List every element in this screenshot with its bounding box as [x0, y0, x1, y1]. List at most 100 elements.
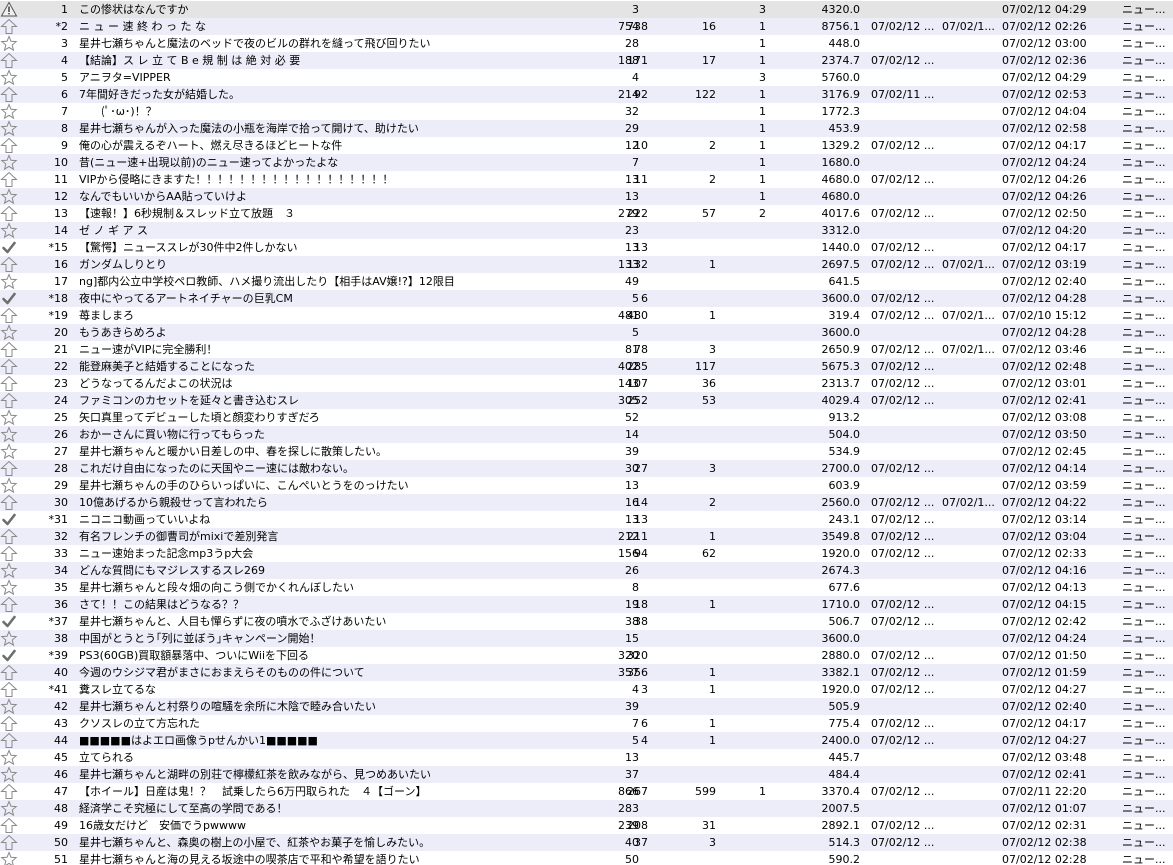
thread-row[interactable]: 16 ガンダムしりとり 133 132 1 2697.5 07/02/12 ... 07/02… [0, 256, 1173, 273]
flag-count [730, 290, 766, 307]
thread-title: 今週のウシジマ君がまさにおまえらそのものの件について [79, 666, 365, 679]
thread-row[interactable]: 4 【結論】ス レ 立 て B e 規 制 は 絶 対 必 要 188 171 17 1 2… [0, 52, 1173, 69]
thread-number: 16 [54, 258, 68, 271]
thread-row[interactable]: 34 どんな質問にもマジレスするスレ269 26 2674.3 07/02/12 04:… [0, 562, 1173, 579]
thread-row[interactable]: *2 ニ ュ ー 速 終 わ っ た な 754 738 16 1 8756.1 07/02/… [0, 18, 1173, 35]
board-name: ニュー... [1122, 156, 1166, 169]
arrow-up-icon [0, 596, 18, 613]
thread-row[interactable]: 27 星井七瀬ちゃんと暖かい日差しの中、春を探しに散策したい。 39 534.9 07/… [0, 443, 1173, 460]
thread-row[interactable]: 51 星井七瀬ちゃんと海の見える坂途中の喫茶店で平和や希望を語りたい 50 590.2… [0, 851, 1173, 865]
thread-row[interactable]: 13 【速報！】6秒規制＆スレッド立て放題 ３ 279 222 57 2 4017.6 07/… [0, 205, 1173, 222]
last-post-date: 07/02/12 02:40 [1002, 275, 1087, 288]
thread-speed: 3176.9 [821, 88, 861, 101]
thread-row[interactable]: 32 有名フレンチの御曹司がmixiで差別発言 212 211 1 3549.8 07/02… [0, 528, 1173, 545]
flag-count: 1 [759, 105, 766, 118]
thread-row[interactable]: 50 星井七瀬ちゃんと、森奥の樹上の小屋で、紅茶やお菓子を愉しみたい。 40 37 3 5… [0, 834, 1173, 851]
new-count: 16 [702, 20, 716, 33]
thread-row[interactable]: 10 昔(ニュー速+出現以前)のニュー速ってよかったよな 7 1 1680.0 07/02… [0, 154, 1173, 171]
thread-row[interactable]: 23 どうなってるんだよこの状況は 143 107 36 2313.7 07/02/12 .… [0, 375, 1173, 392]
read-count: 27 [634, 462, 648, 475]
thread-row[interactable]: 5 アニヲタ=VIPPER 4 3 5760.0 07/02/12 04:29 ニュー... [0, 69, 1173, 86]
read-count [596, 154, 648, 171]
thread-speed: 4320.0 [821, 3, 861, 16]
thread-number: 47 [54, 785, 68, 798]
star-icon [0, 409, 18, 426]
first-read-date [871, 562, 935, 579]
last-post-date: 07/02/12 01:59 [1002, 666, 1087, 679]
thread-row[interactable]: 38 中国がとうとう｢列に並ぼう｣キャンペーン開始！ 15 3600.0 07/02/1… [0, 630, 1173, 647]
thread-title: なんでもいいからAA貼っていけよ [79, 190, 248, 203]
star-icon [0, 35, 18, 52]
thread-number: 45 [54, 751, 68, 764]
thread-row[interactable]: 26 おかーさんに買い物に行ってもらった 14 504.0 07/02/12 03:50… [0, 426, 1173, 443]
thread-row[interactable]: 43 クソスレの立て方忘れた 7 6 1 775.4 07/02/12 ... 07/02/1… [0, 715, 1173, 732]
new-count: 117 [695, 360, 716, 373]
flag-count [730, 460, 766, 477]
thread-row[interactable]: 28 これだけ自由になったのに天国やニー速には敵わない。 30 27 3 2700.0 07… [0, 460, 1173, 477]
thread-row[interactable]: 25 矢口真里ってデビューした頃と顔変わりすぎだろ 52 913.2 07/02/12 … [0, 409, 1173, 426]
thread-title: 俺の心が震えるぞハート、燃え尽きるほどヒートな件 [79, 139, 343, 152]
thread-row[interactable]: 22 能登麻美子と結婚することになった 402 285 117 5675.3 07/02/1… [0, 358, 1173, 375]
new-count [670, 426, 716, 443]
thread-row[interactable]: 24 ファミコンのカセットを延々と書き込むスレ 305 252 53 4029.4 07/0… [0, 392, 1173, 409]
thread-row[interactable]: 29 星井七瀬ちゃんの手のひらいっぱいに、こんぺいとうをのっけたい 13 603.9 0… [0, 477, 1173, 494]
read-count: 267 [627, 785, 648, 798]
thread-row[interactable]: 30 10億あげるから親殺せって言われたら 16 14 2 2560.0 07/02/12 … [0, 494, 1173, 511]
last-read-date [942, 477, 998, 494]
board-name: ニュー... [1122, 785, 1166, 798]
thread-row[interactable]: 21 ニュー速がVIPに完全勝利！ 81 78 3 2650.9 07/02/12 ... 0… [0, 341, 1173, 358]
thread-row[interactable]: 44 ■■■■■はよエロ画像うpせんかい1■■■■■ 5 4 1 2400.0 07/02/… [0, 732, 1173, 749]
board-name: ニュー... [1122, 241, 1166, 254]
last-read-date [942, 409, 998, 426]
read-count [596, 698, 648, 715]
board-name: ニュー... [1122, 326, 1166, 339]
thread-row[interactable]: 48 経済学こそ究極にして至高の学問である！ 283 2007.5 07/02/12 0… [0, 800, 1173, 817]
thread-row[interactable]: *39 PS3(60GB)買取額暴落中、ついにWiiを下回る 320 320 2880.… [0, 647, 1173, 664]
thread-row[interactable]: *41 糞スレ立てるな 4 3 1 1920.0 07/02/12 ... 07/02/12 … [0, 681, 1173, 698]
thread-row[interactable]: 1 この惨状はなんですか 3 3 4320.0 07/02/12 04:29 ニュー... [0, 1, 1173, 18]
thread-row[interactable]: 6 7年間好きだった女が結婚した。 214 92 122 1 3176.9 07/02/11 … [0, 86, 1173, 103]
thread-row[interactable]: 36 さて！！この結果はどうなる？？ 19 18 1 1710.0 07/02/12 ...… [0, 596, 1173, 613]
thread-row[interactable]: 12 なんでもいいからAA貼っていけよ 13 1 4680.0 07/02/12 04:2… [0, 188, 1173, 205]
thread-row[interactable]: 40 今週のウシジマ君がまさにおまえらそのものの件について 357 356 1 3382.… [0, 664, 1173, 681]
last-post-date: 07/02/12 04:26 [1002, 190, 1087, 203]
thread-speed: 2007.5 [821, 802, 861, 815]
thread-number: 23 [54, 377, 68, 390]
thread-row[interactable]: 33 ニュー速始まった記念mp3うp大会 156 94 62 1920.0 07/02/12… [0, 545, 1173, 562]
board-name: ニュー... [1122, 122, 1166, 135]
thread-row[interactable]: *15 【驚愕】ニューススレが30件中2件しかない 13 13 1440.0 07/02/… [0, 239, 1173, 256]
thread-row[interactable]: 35 星井七瀬ちゃんと段々畑の向こう側でかくれんぼしたい 8 677.6 07/02/1… [0, 579, 1173, 596]
board-name: ニュー... [1122, 632, 1166, 645]
last-read-date [942, 52, 998, 69]
thread-speed: 2400.0 [821, 734, 861, 747]
first-read-date [871, 69, 935, 86]
thread-row[interactable]: 8 星井七瀬ちゃんが入った魔法の小瓶を海岸で拾って開けて、助けたい 29 1 453.9… [0, 120, 1173, 137]
thread-row[interactable]: 42 星井七瀬ちゃんと村祭りの喧騒を余所に木陰で睦み合いたい 39 505.9 07/0… [0, 698, 1173, 715]
thread-number: 7 [61, 105, 68, 118]
thread-speed: 2880.0 [821, 649, 861, 662]
board-name: ニュー... [1122, 530, 1166, 543]
thread-speed: 504.0 [828, 428, 861, 441]
thread-row[interactable]: *31 ニコニコ動画っていいよね 13 13 243.1 07/02/12 ... 07/0… [0, 511, 1173, 528]
thread-row[interactable]: 17 ng]都内公立中学校ペロ教師、ハメ撮り流出したり【相手はAV嬢!?】12限目… [0, 273, 1173, 290]
last-post-date: 07/02/12 03:48 [1002, 751, 1087, 764]
last-read-date [942, 800, 998, 817]
flag-count [730, 494, 766, 511]
thread-number: 30 [54, 496, 68, 509]
thread-row[interactable]: 11 VIPから侵略にきますた！！！！！！！！！！！！！！！！！！ 13 11 2 1 46… [0, 171, 1173, 188]
thread-row[interactable]: 7 (ﾟ･ω･)！？ 32 1 1772.3 07/02/12 04:04 ニュー... [0, 103, 1173, 120]
thread-row[interactable]: *19 苺ましまろ 481 480 1 319.4 07/02/12 ... 07/02/1.… [0, 307, 1173, 324]
thread-row[interactable]: 46 星井七瀬ちゃんと湖畔の別荘で檸檬紅茶を飲みながら、見つめあいたい 37 484.… [0, 766, 1173, 783]
check-icon [0, 613, 18, 630]
first-read-date [871, 698, 935, 715]
thread-row[interactable]: 14 ゼ ノ ギ ア ス 23 3312.0 07/02/12 04:20 ニュー... [0, 222, 1173, 239]
thread-row[interactable]: 20 もうあきらめろよ 5 3600.0 07/02/12 04:28 ニュー... [0, 324, 1173, 341]
thread-row[interactable]: 9 俺の心が震えるぞハート、燃え尽きるほどヒートな件 12 10 2 1 1329.2 07/… [0, 137, 1173, 154]
thread-row[interactable]: 47 【ホイール】日産は鬼！？ 試乗したら6万円取られた ４【ゴーン】 866 267… [0, 783, 1173, 800]
thread-row[interactable]: 45 立てられる 13 445.7 07/02/12 03:48 ニュー... [0, 749, 1173, 766]
thread-row[interactable]: *37 星井七瀬ちゃんと、人目も憚らずに夜の噴水でふざけあいたい 38 38 506.7… [0, 613, 1173, 630]
thread-row[interactable]: 49 16歳女だけど 安価でうpwwww 239 208 31 2892.1 07/02/1… [0, 817, 1173, 834]
thread-row[interactable]: 3 星井七瀬ちゃんと魔法のベッドで夜のビルの群れを縫って飛び回りたい 28 1 448.… [0, 35, 1173, 52]
first-read-date: 07/02/12 ... [871, 819, 935, 832]
thread-row[interactable]: *18 夜中にやってるアートネイチャーの巨乳CM 5 6 3600.0 07/02/12 … [0, 290, 1173, 307]
